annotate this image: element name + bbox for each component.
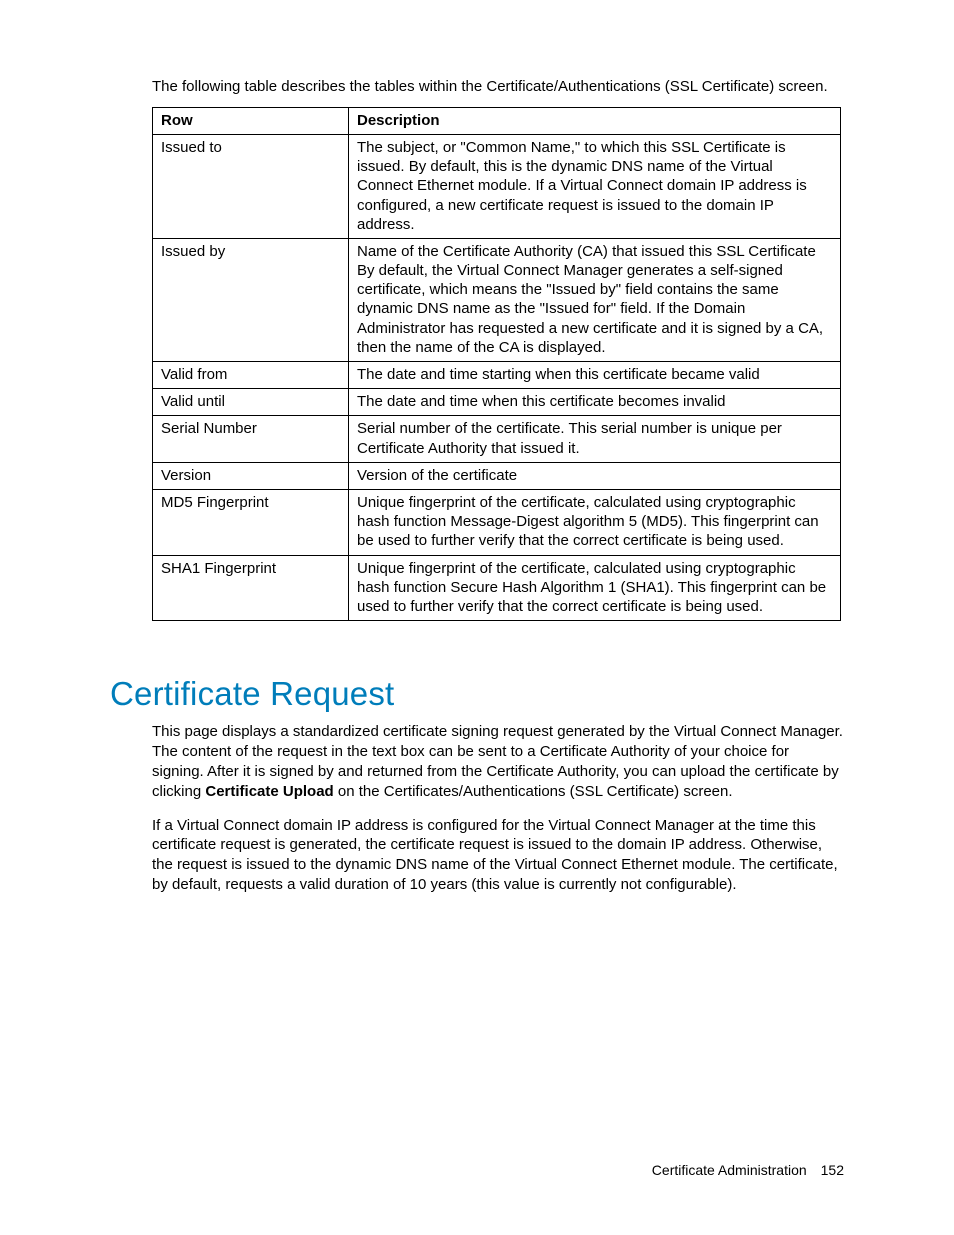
cell-row-name: SHA1 Fingerprint — [153, 555, 349, 621]
table-row: Version Version of the certificate — [153, 462, 841, 489]
cell-row-name: MD5 Fingerprint — [153, 489, 349, 555]
table-row: Serial Number Serial number of the certi… — [153, 416, 841, 462]
table-row: SHA1 Fingerprint Unique fingerprint of t… — [153, 555, 841, 621]
cell-row-name: Issued by — [153, 238, 349, 361]
cell-description: Unique fingerprint of the certificate, c… — [349, 555, 841, 621]
cell-description: Version of the certificate — [349, 462, 841, 489]
page-container: The following table describes the tables… — [0, 0, 954, 1235]
cell-description: The subject, or "Common Name," to which … — [349, 134, 841, 238]
table-row: Valid from The date and time starting wh… — [153, 362, 841, 389]
intro-paragraph: The following table describes the tables… — [152, 78, 844, 97]
col-header-description: Description — [349, 107, 841, 134]
para1-post: on the Certificates/Authentications (SSL… — [334, 783, 733, 800]
cell-description: Serial number of the certificate. This s… — [349, 416, 841, 462]
cell-description: Name of the Certificate Authority (CA) t… — [349, 238, 841, 361]
cell-description: The date and time when this certificate … — [349, 389, 841, 416]
cell-row-name: Version — [153, 462, 349, 489]
certificate-fields-table: Row Description Issued to The subject, o… — [152, 107, 841, 621]
para1-bold: Certificate Upload — [205, 783, 333, 800]
table-row: Valid until The date and time when this … — [153, 389, 841, 416]
table-header-row: Row Description — [153, 107, 841, 134]
footer-page-number: 152 — [821, 1162, 844, 1178]
table-row: Issued by Name of the Certificate Author… — [153, 238, 841, 361]
cell-description: The date and time starting when this cer… — [349, 362, 841, 389]
cell-row-name: Valid until — [153, 389, 349, 416]
section-paragraph-1: This page displays a standardized certif… — [152, 722, 844, 801]
page-footer: Certificate Administration 152 — [652, 1162, 844, 1180]
cell-row-name: Issued to — [153, 134, 349, 238]
table-row: MD5 Fingerprint Unique fingerprint of th… — [153, 489, 841, 555]
col-header-row: Row — [153, 107, 349, 134]
section-heading-certificate-request: Certificate Request — [110, 673, 844, 714]
table-row: Issued to The subject, or "Common Name,"… — [153, 134, 841, 238]
section-paragraph-2: If a Virtual Connect domain IP address i… — [152, 816, 844, 895]
cell-row-name: Valid from — [153, 362, 349, 389]
footer-section-name: Certificate Administration — [652, 1162, 807, 1178]
cell-row-name: Serial Number — [153, 416, 349, 462]
cell-description: Unique fingerprint of the certificate, c… — [349, 489, 841, 555]
